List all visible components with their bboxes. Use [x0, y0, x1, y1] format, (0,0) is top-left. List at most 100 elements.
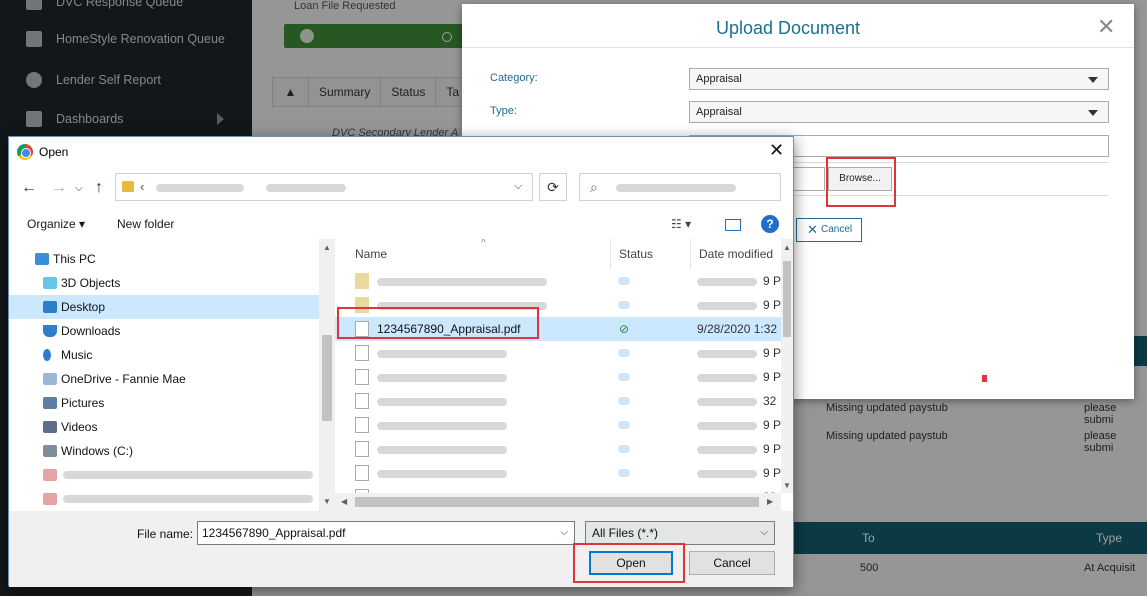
- nav-item-pictures[interactable]: Pictures: [9, 391, 319, 415]
- nav-item-label: Videos: [61, 420, 98, 434]
- address-bar[interactable]: ‹ ⌵: [115, 173, 533, 201]
- blurred-file-name: [377, 374, 507, 382]
- file-list-scrollbar[interactable]: ▲ ▼: [781, 239, 793, 493]
- videos-icon: [43, 421, 57, 433]
- scroll-left-icon[interactable]: ◀: [341, 497, 347, 506]
- onedrive-icon: [43, 373, 57, 385]
- nav-item-network-drive[interactable]: [9, 463, 319, 487]
- cloud-icon: [618, 349, 630, 357]
- blurred-date: [697, 350, 757, 358]
- type-label: Type:: [490, 105, 517, 117]
- pdf-file-icon: [355, 345, 369, 361]
- pdf-file-icon: [355, 393, 369, 409]
- up-arrow-icon[interactable]: ↑: [95, 179, 103, 197]
- help-icon[interactable]: ?: [761, 215, 779, 233]
- cancel-button[interactable]: Cancel: [689, 551, 775, 575]
- file-date-fragment: 9 P: [763, 298, 782, 312]
- chevron-left-icon: ‹: [140, 179, 145, 194]
- navigation-pane: This PC 3D Objects Desktop Downloads Mus…: [9, 239, 335, 511]
- cloud-icon: [618, 397, 630, 405]
- close-icon[interactable]: ✕: [769, 140, 784, 161]
- file-date: 9/28/2020 1:32: [697, 322, 778, 336]
- nav-item-videos[interactable]: Videos: [9, 415, 319, 439]
- blurred-label: [63, 471, 313, 479]
- scroll-right-icon[interactable]: ▶: [767, 497, 773, 506]
- category-select[interactable]: Appraisal: [689, 68, 1109, 90]
- blurred-path: [266, 184, 346, 192]
- blurred-date: [697, 398, 757, 406]
- pdf-file-icon: [355, 441, 369, 457]
- file-row[interactable]: 32: [335, 389, 781, 413]
- scroll-up-icon[interactable]: ▲: [783, 243, 791, 252]
- chevron-down-icon[interactable]: ⌵: [560, 527, 568, 538]
- scroll-thumb[interactable]: [783, 261, 791, 337]
- hscroll-thumb[interactable]: [355, 497, 759, 507]
- nav-item-3d-objects[interactable]: 3D Objects: [9, 271, 319, 295]
- pdf-file-icon: [355, 465, 369, 481]
- file-date-fragment: 9 P: [763, 418, 782, 432]
- new-folder-button[interactable]: New folder: [117, 217, 174, 231]
- cloud-icon: [618, 445, 630, 453]
- nav-item-label: 3D Objects: [61, 276, 121, 290]
- file-list-hscrollbar[interactable]: ◀ ▶: [335, 493, 781, 511]
- column-header-status[interactable]: Status: [611, 239, 691, 269]
- file-name-input[interactable]: 1234567890_Appraisal.pdf ⌵: [197, 521, 575, 545]
- search-input[interactable]: ⌕: [579, 173, 781, 201]
- close-icon[interactable]: ✕: [1097, 16, 1115, 38]
- nav-item-windows-c[interactable]: Windows (C:): [9, 439, 319, 463]
- chrome-icon: [17, 144, 33, 160]
- scroll-down-icon[interactable]: ▼: [323, 497, 331, 506]
- file-type-value: All Files (*.*): [592, 526, 659, 540]
- file-row[interactable]: 9 P: [335, 365, 781, 389]
- blurred-date: [697, 278, 757, 286]
- nav-item-network-drive[interactable]: [9, 487, 319, 511]
- scroll-up-icon[interactable]: ▲: [323, 243, 331, 252]
- chevron-down-icon[interactable]: ⌵: [514, 180, 522, 193]
- recent-dropdown-icon[interactable]: ⌵: [75, 183, 83, 194]
- cloud-icon: [618, 373, 630, 381]
- blurred-date: [697, 446, 757, 454]
- cloud-icon: [618, 277, 630, 285]
- nav-item-downloads[interactable]: Downloads: [9, 319, 319, 343]
- blurred-date: [697, 302, 757, 310]
- column-header-date-modified[interactable]: Date modified: [691, 239, 787, 269]
- scroll-thumb[interactable]: [322, 335, 332, 421]
- forward-arrow-icon[interactable]: →: [51, 179, 67, 197]
- file-row[interactable]: 9 P: [335, 461, 781, 485]
- file-row[interactable]: 9 P: [335, 413, 781, 437]
- back-arrow-icon[interactable]: ←: [21, 179, 37, 197]
- cancel-button[interactable]: ✕ Cancel: [796, 218, 862, 242]
- nav-item-this-pc[interactable]: This PC: [9, 247, 319, 271]
- view-options-icon[interactable]: ☷ ▾: [671, 217, 691, 231]
- file-type-filter[interactable]: All Files (*.*) ⌵: [585, 521, 775, 545]
- nav-item-music[interactable]: Music: [9, 343, 319, 367]
- blurred-file-name: [377, 446, 507, 454]
- refresh-button[interactable]: ⟳: [539, 173, 567, 201]
- type-select[interactable]: Appraisal: [689, 101, 1109, 123]
- synced-check-icon: ⊘: [619, 322, 630, 336]
- network-drive-icon: [43, 469, 57, 481]
- column-header-name[interactable]: Name ^: [347, 239, 611, 269]
- desktop-icon: [43, 301, 57, 313]
- dialog-toolbar: Organize ▾ New folder ☷ ▾ ?: [9, 209, 793, 239]
- file-row[interactable]: 9 P: [335, 341, 781, 365]
- preview-pane-icon[interactable]: [725, 219, 741, 231]
- category-value: Appraisal: [696, 73, 742, 85]
- cancel-label: Cancel: [821, 224, 853, 235]
- scroll-down-icon[interactable]: ▼: [783, 481, 791, 490]
- drive-icon: [43, 445, 57, 457]
- cube-icon: [43, 277, 57, 289]
- upload-modal-title: Upload Document: [715, 18, 861, 38]
- network-drive-icon: [43, 493, 57, 505]
- file-row[interactable]: 9 P: [335, 437, 781, 461]
- chevron-down-icon: [1088, 110, 1098, 116]
- nav-item-desktop[interactable]: Desktop: [9, 295, 319, 319]
- organize-button[interactable]: Organize ▾: [27, 217, 85, 231]
- nav-item-label: Pictures: [61, 396, 105, 410]
- nav-item-onedrive[interactable]: OneDrive - Fannie Mae: [9, 367, 319, 391]
- column-name-label: Name: [355, 247, 388, 261]
- nav-scrollbar[interactable]: ▲ ▼: [319, 239, 335, 511]
- pictures-icon: [43, 397, 57, 409]
- folder-icon: [122, 181, 134, 192]
- file-row[interactable]: 9 P: [335, 269, 781, 293]
